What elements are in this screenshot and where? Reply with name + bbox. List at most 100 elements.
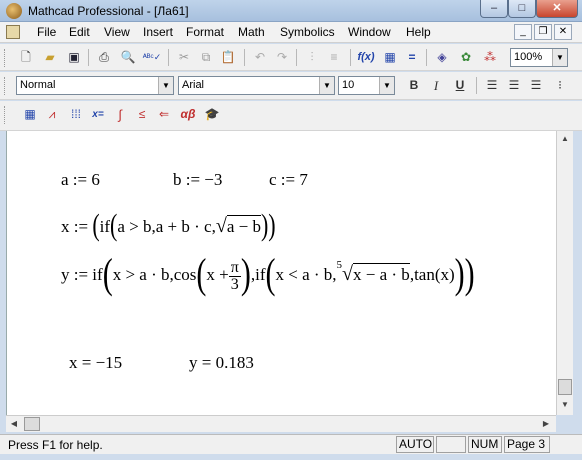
font-size-select[interactable]: 10 ▼ xyxy=(338,76,395,95)
minimize-button[interactable]: – xyxy=(480,0,508,18)
assign-b[interactable]: b := −3 xyxy=(173,170,222,190)
x-condition: a > b xyxy=(117,217,152,236)
paste-icon[interactable]: 📋 xyxy=(218,48,238,67)
menu-view[interactable]: View xyxy=(104,25,130,39)
mdi-restore-button[interactable]: ❐ xyxy=(534,24,552,40)
print-preview-icon[interactable]: 🔍 xyxy=(118,48,138,67)
help-network-icon[interactable]: ⁂ xyxy=(480,48,500,67)
undo-icon[interactable]: ↶ xyxy=(250,48,270,67)
denominator: 3 xyxy=(230,276,239,293)
toolbar-separator xyxy=(426,49,427,66)
menu-insert[interactable]: Insert xyxy=(143,25,173,39)
horizontal-scroll-thumb[interactable] xyxy=(24,417,40,431)
math-toolbar: ▦ ⩘ ⁞⁞⁞ x= ∫ ≤ ⇐ αβ 🎓 xyxy=(0,101,582,131)
menu-window[interactable]: Window xyxy=(348,25,391,39)
status-page: Page 3 xyxy=(504,436,550,453)
menu-math[interactable]: Math xyxy=(238,25,265,39)
insert-function-icon[interactable]: f(x) xyxy=(356,48,376,67)
horizontal-scrollbar[interactable]: ◀ ▶ xyxy=(6,415,556,432)
evaluation-icon[interactable]: x= xyxy=(88,105,108,124)
programming-icon[interactable]: ⇐ xyxy=(154,105,174,124)
toolbar-separator xyxy=(296,49,297,66)
redo-icon[interactable]: ↷ xyxy=(272,48,292,67)
assign-x[interactable]: x := (if(a > b,a + b · c,√a − b)) xyxy=(61,209,276,240)
calculus-icon[interactable]: ∫ xyxy=(110,105,130,124)
tan-function: tan(x) xyxy=(414,265,455,285)
greek-icon[interactable]: αβ xyxy=(178,105,198,124)
style-select[interactable]: Normal ▼ xyxy=(16,76,174,95)
scroll-left-icon[interactable]: ◀ xyxy=(6,416,22,432)
vertical-scroll-thumb[interactable] xyxy=(558,379,572,395)
assign-y[interactable]: y := if(x > a · b,cos(x + π 3),if(x < a · … xyxy=(61,254,475,312)
underline-button[interactable]: U xyxy=(450,76,470,95)
mdi-minimize-button[interactable]: _ xyxy=(514,24,532,40)
bullets-icon[interactable]: ⁝ xyxy=(550,76,570,95)
mdi-close-button[interactable]: ✕ xyxy=(554,24,572,40)
toolbar-separator xyxy=(168,49,169,66)
title-bar[interactable]: Mathcad Professional - [Ла61] – □ ✕ xyxy=(0,0,582,22)
assign-a[interactable]: a := 6 xyxy=(61,170,100,190)
vertical-scrollbar[interactable]: ▲ ▼ xyxy=(556,131,573,415)
resource-center-icon[interactable]: ✿ xyxy=(456,48,476,67)
toolbar-grip[interactable] xyxy=(4,106,7,124)
root-body: x − a · b xyxy=(353,263,410,285)
italic-button[interactable]: I xyxy=(426,76,446,95)
menu-file[interactable]: File xyxy=(37,25,56,39)
toolbar-grip[interactable] xyxy=(4,49,7,67)
close-button[interactable]: ✕ xyxy=(536,0,578,18)
font-select[interactable]: Arial ▼ xyxy=(178,76,335,95)
symbolic-icon[interactable]: 🎓 xyxy=(202,105,222,124)
pi-over-3: π3 xyxy=(228,260,241,293)
standard-toolbar: 🗋 ▰ ▣ ⎙ 🔍 ᴬᴮᶜ✓ ✂ ⧉ 📋 ↶ ↷ ⫶ ≡ f(x) ▦ = ◈ … xyxy=(0,44,582,71)
spell-check-icon[interactable]: ᴬᴮᶜ✓ xyxy=(142,48,162,67)
assign-c[interactable]: c := 7 xyxy=(269,170,308,190)
print-icon[interactable]: ⎙ xyxy=(94,48,114,67)
mathcad-app-icon[interactable] xyxy=(6,3,22,19)
boolean-icon[interactable]: ≤ xyxy=(132,105,152,124)
menu-format[interactable]: Format xyxy=(186,25,224,39)
cos-function: cos xyxy=(173,265,197,285)
status-num: NUM xyxy=(468,436,502,453)
toolbar-grip[interactable] xyxy=(4,77,7,95)
scroll-up-icon[interactable]: ▲ xyxy=(557,131,573,147)
zoom-select[interactable]: 100% ▼ xyxy=(510,48,568,67)
calculate-icon[interactable]: = xyxy=(402,48,422,67)
window-title: Mathcad Professional - [Ла61] xyxy=(28,4,189,18)
calculator-icon[interactable]: ▦ xyxy=(20,105,40,124)
align-right-icon[interactable]: ☰ xyxy=(526,76,546,95)
chevron-down-icon[interactable]: ▼ xyxy=(552,49,567,66)
worksheet[interactable]: a := 6 b := −3 c := 7 x := (if(a > b,a +… xyxy=(6,131,556,415)
copy-icon[interactable]: ⧉ xyxy=(196,48,216,67)
menu-symbolics[interactable]: Symbolics xyxy=(280,25,335,39)
insert-unit-icon[interactable]: ▦ xyxy=(380,48,400,67)
maximize-button[interactable]: □ xyxy=(508,0,536,18)
matrix-icon[interactable]: ⁞⁞⁞ xyxy=(66,105,86,124)
chevron-down-icon[interactable]: ▼ xyxy=(158,77,173,94)
scroll-right-icon[interactable]: ▶ xyxy=(538,416,554,432)
align-down-icon[interactable]: ≡ xyxy=(324,48,344,67)
result-y[interactable]: y = 0.183 xyxy=(189,353,254,373)
align-center-icon[interactable]: ☰ xyxy=(504,76,524,95)
open-folder-icon[interactable]: ▰ xyxy=(40,48,60,67)
font-value: Arial xyxy=(182,79,205,91)
chevron-down-icon[interactable]: ▼ xyxy=(379,77,394,94)
root-index: 5 xyxy=(336,258,343,271)
result-x[interactable]: x = −15 xyxy=(69,353,122,373)
cos-arg: x + xyxy=(206,265,229,285)
menu-edit[interactable]: Edit xyxy=(69,25,90,39)
chevron-down-icon[interactable]: ▼ xyxy=(319,77,334,94)
document-icon[interactable] xyxy=(6,25,20,39)
bold-button[interactable]: B xyxy=(404,76,424,95)
save-icon[interactable]: ▣ xyxy=(64,48,84,67)
component-wizard-icon[interactable]: ◈ xyxy=(432,48,452,67)
cut-icon[interactable]: ✂ xyxy=(174,48,194,67)
menu-help[interactable]: Help xyxy=(406,25,431,39)
if-keyword: if xyxy=(99,217,111,236)
menu-bar: File Edit View Insert Format Math Symbol… xyxy=(0,22,582,43)
x-sqrt-body: a − b xyxy=(226,215,261,236)
scroll-down-icon[interactable]: ▼ xyxy=(557,397,573,413)
graph-icon[interactable]: ⩘ xyxy=(42,105,62,124)
align-left-icon[interactable]: ☰ xyxy=(482,76,502,95)
align-across-icon[interactable]: ⫶ xyxy=(302,48,322,67)
new-file-icon[interactable]: 🗋 xyxy=(16,48,36,67)
